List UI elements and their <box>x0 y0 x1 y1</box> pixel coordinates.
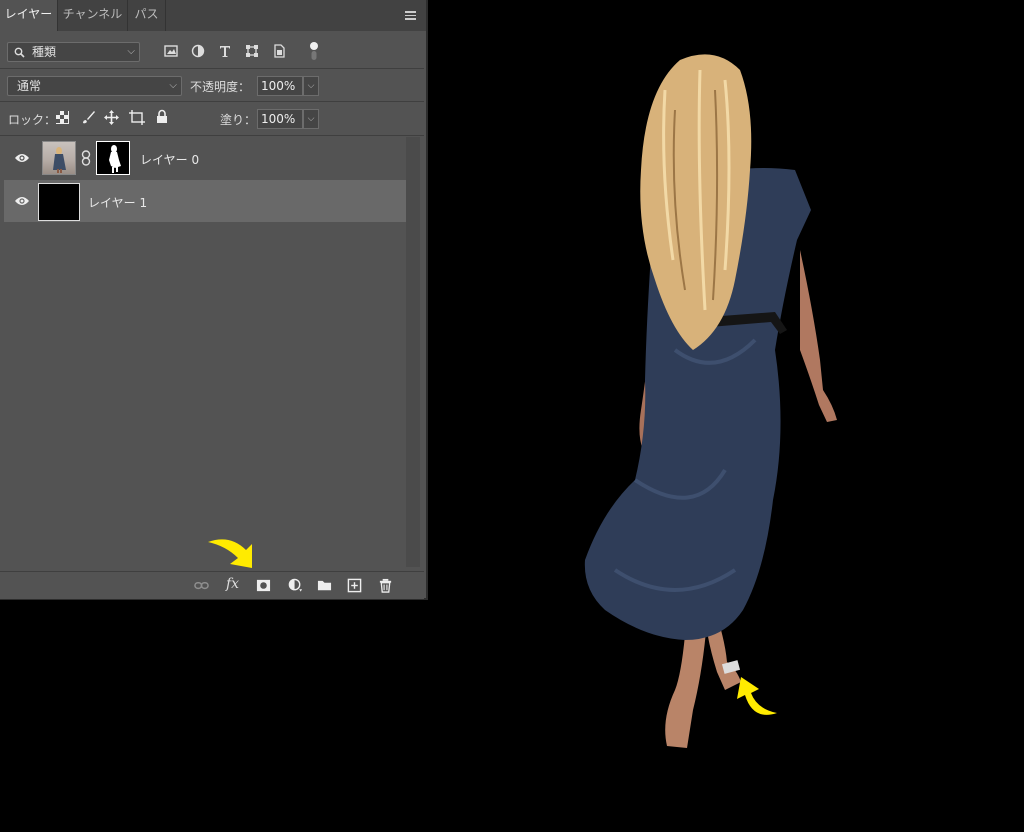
layer-row-layer-0[interactable]: レイヤー 0 <box>4 137 406 179</box>
search-icon <box>14 47 25 58</box>
adjustment-layer-icon[interactable] <box>288 578 303 593</box>
fill-label: 塗り： <box>220 113 257 127</box>
highlight-arrow-icon <box>737 677 777 715</box>
smart-object-filter-icon[interactable] <box>272 44 286 58</box>
link-layers-icon[interactable] <box>194 578 209 593</box>
delete-layer-icon[interactable] <box>378 578 393 593</box>
layer-1-thumbnail[interactable] <box>38 183 80 221</box>
panel-menu-icon[interactable] <box>405 11 416 20</box>
filter-kind-select[interactable]: 種類 ⌵ <box>7 42 140 62</box>
tab-layers[interactable]: レイヤー <box>0 0 58 31</box>
layers-panel-footer: fx <box>0 571 424 599</box>
opacity-input[interactable]: 100% <box>257 76 303 96</box>
chevron-down-icon: ⌵ <box>127 46 135 57</box>
lock-all-icon[interactable] <box>156 109 168 124</box>
lock-label: ロック： <box>8 113 57 127</box>
blend-row: 通常 ⌵ 不透明度： 100% ⌵ <box>0 68 424 102</box>
new-group-icon[interactable] <box>317 578 332 593</box>
layer-0-mask-thumbnail[interactable] <box>96 141 130 175</box>
chevron-down-icon: ⌵ <box>169 80 177 91</box>
tab-channels[interactable]: チャンネル <box>58 0 128 31</box>
woman-photo-thumbnail-icon <box>53 147 66 173</box>
visibility-eye-icon[interactable] <box>14 195 30 207</box>
lock-image-pixels-icon[interactable] <box>81 110 96 125</box>
mask-link-chain-icon[interactable] <box>81 150 91 166</box>
filter-row: 種類 ⌵ <box>0 31 424 69</box>
panel-tab-bar: レイヤー チャンネル パス <box>0 0 426 31</box>
layers-scrollbar[interactable] <box>406 137 420 567</box>
blend-mode-select[interactable]: 通常 ⌵ <box>7 76 182 96</box>
visibility-eye-icon[interactable] <box>14 152 30 164</box>
lock-transparent-pixels-icon[interactable] <box>56 111 69 124</box>
opacity-label: 不透明度： <box>190 80 251 94</box>
silhouette-mask-icon <box>109 145 121 173</box>
lock-row: ロック： 塗り： 100% ⌵ <box>0 101 424 136</box>
lock-artboard-icon[interactable] <box>129 110 145 125</box>
image-filter-icon[interactable] <box>164 44 178 58</box>
new-layer-icon[interactable] <box>347 578 362 593</box>
filter-kind-label: 種類 <box>32 45 57 59</box>
opacity-dropdown-button[interactable]: ⌵ <box>303 76 319 96</box>
fill-dropdown-button[interactable]: ⌵ <box>303 109 319 129</box>
canvas-woman-cutout-image <box>584 54 837 748</box>
lock-position-icon[interactable] <box>104 110 119 125</box>
blend-mode-label: 通常 <box>17 79 42 93</box>
filter-toggle-icon[interactable] <box>308 41 320 61</box>
layer-row-layer-1[interactable]: レイヤー 1 <box>4 180 406 222</box>
layers-panel: レイヤー チャンネル パス 種類 ⌵ 通常 ⌵ 不透明度： 100% ⌵ ロック… <box>0 0 428 600</box>
fx-icon[interactable]: fx <box>226 576 239 592</box>
add-mask-icon[interactable] <box>256 578 271 593</box>
layer-0-name[interactable]: レイヤー 0 <box>140 151 199 168</box>
tab-paths[interactable]: パス <box>128 0 166 31</box>
fill-input[interactable]: 100% <box>257 109 303 129</box>
shape-filter-icon[interactable] <box>245 44 259 58</box>
layer-0-image-thumbnail[interactable] <box>42 141 76 175</box>
layer-1-name[interactable]: レイヤー 1 <box>88 194 147 211</box>
highlight-arrow-icon <box>208 539 252 568</box>
adjustment-filter-icon[interactable] <box>191 44 205 58</box>
type-filter-icon[interactable] <box>218 44 232 58</box>
